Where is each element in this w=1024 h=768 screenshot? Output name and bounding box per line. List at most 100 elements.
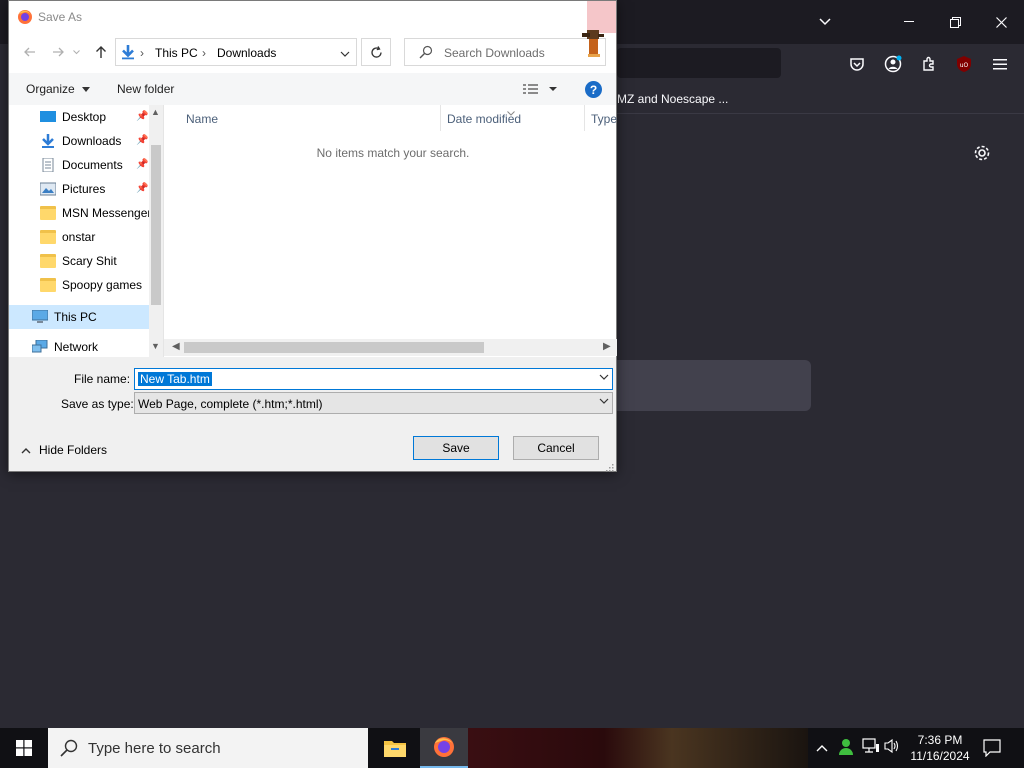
chevron-down-icon[interactable] [599, 373, 609, 384]
firefox-icon [18, 10, 32, 24]
nav-item-label: Pictures [62, 182, 106, 196]
pocket-icon[interactable] [845, 52, 869, 76]
taskbar-search-box[interactable]: Type here to search [48, 728, 368, 768]
nav-item-label: Desktop [62, 110, 107, 124]
scroll-down-icon[interactable]: ▼ [151, 341, 160, 351]
column-separator[interactable] [440, 105, 441, 131]
network-tray-icon[interactable] [862, 738, 880, 757]
scroll-left-icon[interactable]: ◀ [172, 341, 180, 352]
nav-item-documents[interactable]: Documents 📌 [9, 153, 149, 177]
address-dropdown-icon[interactable] [340, 47, 350, 61]
url-bar[interactable] [617, 48, 781, 78]
system-clock[interactable]: 7:36 PM 11/16/2024 [904, 732, 976, 764]
nav-item-label: Spoopy games [62, 278, 143, 292]
nav-item-label: Documents [62, 158, 123, 172]
pin-icon: 📌 [136, 183, 149, 194]
nav-item-onstar[interactable]: onstar [9, 225, 149, 249]
list-all-tabs-icon[interactable] [802, 0, 848, 44]
file-list-pane: Name Date modified Type No items match y… [163, 105, 617, 357]
newtab-search-box[interactable] [617, 360, 811, 411]
nav-item-this-pc[interactable]: This PC [9, 305, 149, 329]
nav-item-scary-shit[interactable]: Scary Shit [9, 249, 149, 273]
new-folder-button[interactable]: New folder [117, 82, 174, 96]
nav-item-pictures[interactable]: Pictures 📌 [9, 177, 149, 201]
nav-item-label: Network [54, 340, 99, 354]
scrollbar-thumb[interactable] [151, 145, 161, 305]
search-input[interactable]: Search Downloads [404, 38, 606, 66]
firefox-app[interactable] [420, 728, 468, 768]
clock-time: 7:36 PM [917, 733, 963, 747]
extensions-icon[interactable] [917, 52, 941, 76]
scroll-up-icon[interactable]: ▲ [151, 107, 160, 117]
column-separator[interactable] [584, 105, 585, 131]
start-button[interactable] [0, 728, 48, 768]
chevron-up-icon [21, 447, 31, 453]
empty-message: No items match your search. [316, 146, 470, 160]
show-hidden-icons-chevron-icon[interactable] [816, 740, 828, 755]
hide-folders-toggle[interactable]: Hide Folders [21, 443, 107, 457]
nav-scrollbar[interactable]: ▲ ▼ [149, 105, 163, 357]
view-options-icon[interactable] [523, 82, 559, 99]
search-icon [419, 45, 433, 59]
scrollbar-thumb[interactable] [184, 342, 484, 353]
hide-folders-label: Hide Folders [39, 443, 108, 457]
address-row: › This PC › Downloads Search Downloads [9, 33, 616, 73]
up-arrow-icon[interactable] [92, 43, 110, 61]
ublock-icon[interactable]: uO [952, 52, 976, 76]
resize-grip-icon[interactable] [605, 461, 614, 475]
chevron-down-icon[interactable] [599, 397, 609, 408]
save-button[interactable]: Save [413, 436, 499, 460]
column-header-name[interactable]: Name [186, 112, 218, 126]
address-bar[interactable]: › This PC › Downloads [115, 38, 357, 66]
scroll-right-icon[interactable]: ▶ [603, 341, 611, 352]
cancel-button[interactable]: Cancel [513, 436, 599, 460]
account-icon[interactable] [881, 52, 905, 76]
breadcrumb-this-pc[interactable]: This PC [155, 46, 198, 60]
horizontal-scrollbar[interactable]: ◀ ▶ [164, 339, 617, 356]
volume-icon[interactable] [884, 738, 900, 757]
help-button[interactable]: ? [585, 81, 602, 98]
documents-icon [42, 158, 54, 172]
nav-item-label: onstar [62, 230, 96, 244]
taskbar-search-placeholder: Type here to search [88, 740, 221, 757]
pictures-icon [40, 182, 56, 196]
save-as-dialog: Save As › This PC › Downloads Search Dow… [8, 0, 617, 472]
forward-arrow-icon[interactable] [49, 43, 67, 61]
refresh-icon [370, 45, 382, 58]
breadcrumb-downloads[interactable]: Downloads [217, 46, 276, 60]
organize-label: Organize [26, 82, 75, 96]
search-icon [60, 739, 78, 757]
dialog-titlebar: Save As [9, 1, 616, 33]
nav-item-downloads[interactable]: Downloads 📌 [9, 129, 149, 153]
notifications-icon[interactable] [983, 739, 1001, 760]
nav-item-label: This PC [54, 310, 97, 324]
windows-logo-icon [16, 740, 32, 756]
firefox-icon [434, 737, 454, 757]
mascot-sprite-icon [582, 30, 604, 57]
file-name-field[interactable]: New Tab.htm [134, 368, 613, 390]
column-header-date-modified[interactable]: Date modified [447, 112, 521, 126]
refresh-button[interactable] [361, 38, 391, 66]
back-arrow-icon[interactable] [21, 43, 39, 61]
nav-item-network[interactable]: Network [9, 337, 149, 357]
nav-item-msn-messenger[interactable]: MSN Messenger [9, 201, 151, 225]
menu-icon[interactable] [988, 52, 1012, 76]
nav-item-desktop[interactable]: Desktop 📌 [9, 105, 149, 129]
svg-text:uO: uO [960, 62, 969, 69]
settings-gear-icon[interactable] [972, 143, 994, 165]
organize-menu[interactable]: Organize [26, 82, 91, 96]
desktop-icon [40, 111, 56, 122]
nav-item-label: Downloads [62, 134, 122, 148]
recent-locations-chevron-icon[interactable] [71, 43, 81, 61]
clock-date: 11/16/2024 [910, 749, 970, 763]
restore-icon[interactable] [932, 0, 978, 44]
file-explorer-app[interactable] [371, 728, 419, 768]
column-header-type[interactable]: Type [591, 112, 617, 126]
save-type-select[interactable]: Web Page, complete (*.htm;*.html) [134, 392, 613, 414]
file-explorer-icon [384, 741, 406, 757]
bookmark-item[interactable]: MZ and Noescape ... [617, 92, 728, 106]
minimize-icon[interactable] [886, 0, 932, 44]
close-window-icon[interactable] [978, 0, 1024, 44]
user-tray-icon[interactable] [838, 738, 854, 759]
nav-item-spoopy-games[interactable]: Spoopy games [9, 273, 149, 297]
